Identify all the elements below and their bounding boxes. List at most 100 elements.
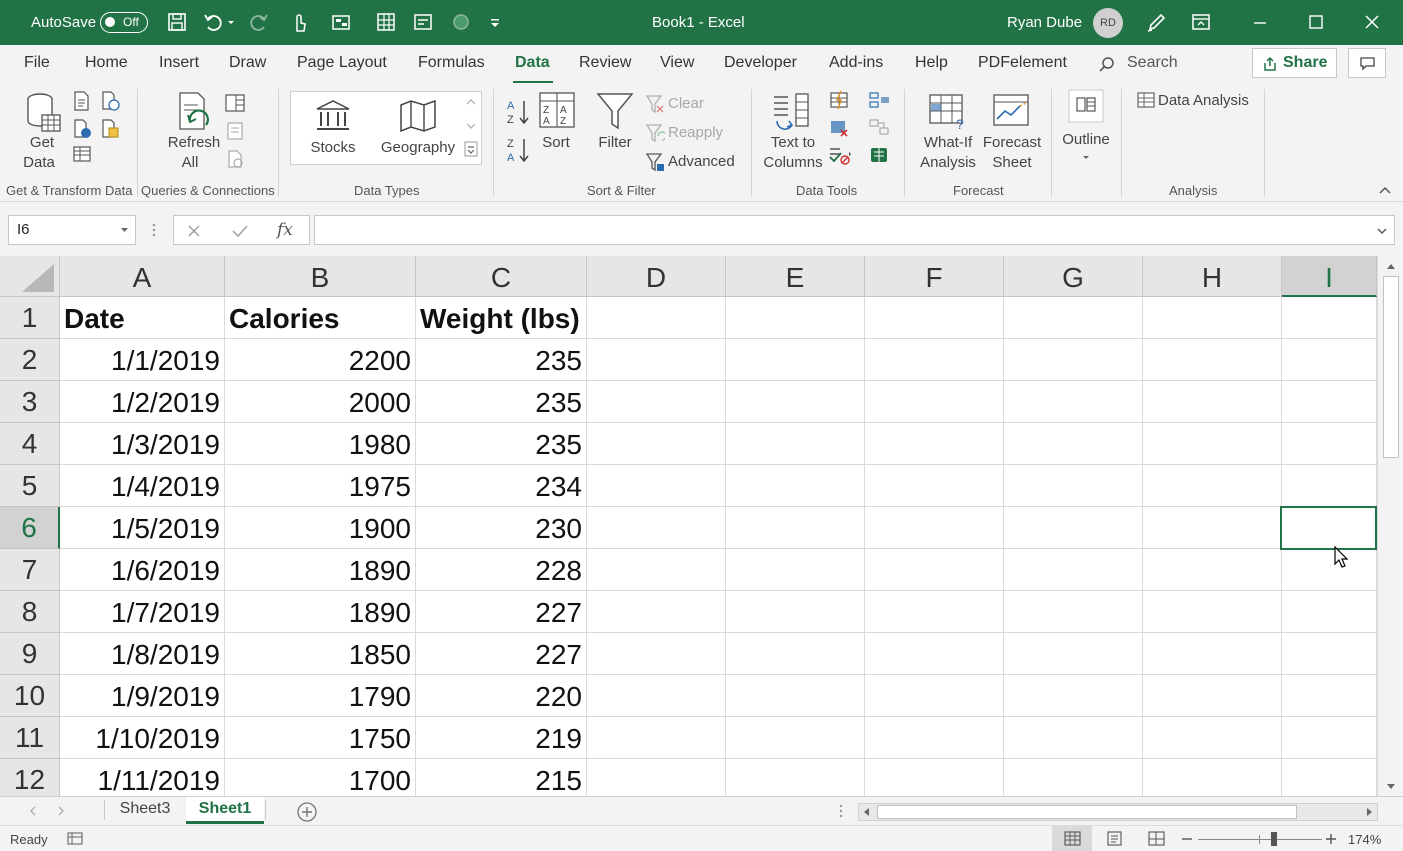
- cell-c10[interactable]: 220: [416, 675, 587, 717]
- vertical-scrollbar[interactable]: [1377, 256, 1403, 796]
- add-sheet-icon[interactable]: [296, 801, 318, 823]
- manage-data-model-icon[interactable]: [868, 145, 890, 165]
- row-header-7[interactable]: 7: [0, 549, 60, 591]
- tab-view[interactable]: View: [660, 54, 694, 72]
- queries-connections-icon[interactable]: [224, 93, 246, 113]
- user-name[interactable]: Ryan Dube: [1007, 0, 1082, 45]
- cell-h6[interactable]: [1143, 507, 1282, 549]
- cell-c3[interactable]: 235: [416, 381, 587, 423]
- row-header-10[interactable]: 10: [0, 675, 60, 717]
- data-validation-icon[interactable]: [828, 145, 852, 165]
- cell-c12[interactable]: 215: [416, 759, 587, 796]
- cell-b8[interactable]: 1890: [225, 591, 416, 633]
- cell-d2[interactable]: [587, 339, 726, 381]
- text-to-columns-label-2[interactable]: Columns: [760, 153, 826, 173]
- gallery-down-icon[interactable]: [465, 121, 477, 131]
- cell-d8[interactable]: [587, 591, 726, 633]
- outline-dropdown-icon[interactable]: [1081, 154, 1091, 162]
- geography-icon[interactable]: [398, 99, 438, 133]
- column-header-g[interactable]: G: [1004, 256, 1143, 297]
- sort-label[interactable]: Sort: [536, 133, 576, 153]
- cell-e7[interactable]: [726, 549, 865, 591]
- cell-d1[interactable]: [587, 297, 726, 339]
- outline-label[interactable]: Outline: [1058, 130, 1114, 150]
- from-table-icon[interactable]: [72, 119, 92, 139]
- cell-e9[interactable]: [726, 633, 865, 675]
- cell-f3[interactable]: [865, 381, 1004, 423]
- forecast-sheet-label-1[interactable]: Forecast: [982, 133, 1042, 153]
- what-if-label-1[interactable]: What-If: [918, 133, 978, 153]
- cell-b9[interactable]: 1850: [225, 633, 416, 675]
- scroll-up-icon[interactable]: [1385, 261, 1397, 271]
- zoom-slider-track[interactable]: [1198, 839, 1322, 840]
- row-header-8[interactable]: 8: [0, 591, 60, 633]
- cell-i5[interactable]: [1282, 465, 1377, 507]
- column-header-h[interactable]: H: [1143, 256, 1282, 297]
- cell-b4[interactable]: 1980: [225, 423, 416, 465]
- redo-icon[interactable]: [248, 11, 270, 33]
- cell-g7[interactable]: [1004, 549, 1143, 591]
- edit-links-icon[interactable]: [224, 149, 246, 169]
- column-header-i[interactable]: I: [1282, 256, 1377, 297]
- cell-d4[interactable]: [587, 423, 726, 465]
- forecast-sheet-label-2[interactable]: Sheet: [990, 153, 1034, 173]
- search-icon[interactable]: [1098, 56, 1116, 74]
- tell-me-search[interactable]: Search: [1127, 54, 1178, 72]
- zoom-slider-thumb[interactable]: [1271, 832, 1277, 846]
- autosave-toggle[interactable]: Off: [100, 12, 148, 33]
- cell-f11[interactable]: [865, 717, 1004, 759]
- collapse-ribbon-icon[interactable]: [1378, 185, 1392, 195]
- column-header-b[interactable]: B: [225, 256, 416, 297]
- recent-sources-icon[interactable]: [100, 119, 120, 139]
- page-break-view-icon[interactable]: [1148, 831, 1165, 846]
- cell-c2[interactable]: 235: [416, 339, 587, 381]
- zoom-level[interactable]: 174%: [1348, 832, 1381, 847]
- filter-icon[interactable]: [596, 91, 634, 131]
- cell-i11[interactable]: [1282, 717, 1377, 759]
- ribbon-display-icon[interactable]: [1190, 11, 1212, 33]
- row-header-4[interactable]: 4: [0, 423, 60, 465]
- cell-f2[interactable]: [865, 339, 1004, 381]
- outline-icon[interactable]: [1068, 89, 1104, 123]
- cell-i3[interactable]: [1282, 381, 1377, 423]
- prev-sheet-icon[interactable]: [28, 806, 38, 816]
- cell-f8[interactable]: [865, 591, 1004, 633]
- cell-i10[interactable]: [1282, 675, 1377, 717]
- get-data-icon[interactable]: [24, 91, 64, 137]
- reapply-label[interactable]: Reapply: [668, 123, 723, 143]
- cell-g11[interactable]: [1004, 717, 1143, 759]
- table-icon[interactable]: [375, 11, 397, 33]
- horizontal-scrollbar[interactable]: [858, 803, 1378, 821]
- avatar[interactable]: RD: [1093, 8, 1123, 38]
- cell-b1[interactable]: Calories: [225, 297, 416, 339]
- customize-qat-icon[interactable]: [488, 11, 502, 33]
- cell-c1[interactable]: Weight (lbs): [416, 297, 587, 339]
- insert-function-button[interactable]: fx: [277, 220, 293, 240]
- cell-f5[interactable]: [865, 465, 1004, 507]
- sort-ascending-icon[interactable]: AZ: [505, 98, 531, 126]
- cell-h9[interactable]: [1143, 633, 1282, 675]
- sheet-tab-sheet3[interactable]: Sheet3: [106, 797, 184, 824]
- cell-b6[interactable]: 1900: [225, 507, 416, 549]
- zoom-in-icon[interactable]: [1325, 833, 1337, 845]
- text-to-columns-label-1[interactable]: Text to: [764, 133, 822, 153]
- gallery-up-icon[interactable]: [465, 97, 477, 107]
- cell-b2[interactable]: 2200: [225, 339, 416, 381]
- minimize-icon[interactable]: [1237, 0, 1283, 45]
- cell-a6[interactable]: 1/5/2019: [60, 507, 225, 549]
- select-all-corner[interactable]: [0, 256, 60, 297]
- share-button[interactable]: Share: [1252, 48, 1337, 78]
- cell-d7[interactable]: [587, 549, 726, 591]
- column-header-c[interactable]: C: [416, 256, 587, 297]
- cell-c7[interactable]: 228: [416, 549, 587, 591]
- horizontal-scroll-thumb[interactable]: [877, 805, 1297, 819]
- cell-d9[interactable]: [587, 633, 726, 675]
- cell-i4[interactable]: [1282, 423, 1377, 465]
- get-data-label-2[interactable]: Data: [14, 153, 64, 173]
- cell-b7[interactable]: 1890: [225, 549, 416, 591]
- stocks-label[interactable]: Stocks: [303, 138, 363, 158]
- cell-f1[interactable]: [865, 297, 1004, 339]
- cell-e10[interactable]: [726, 675, 865, 717]
- sort-descending-icon[interactable]: ZA: [505, 136, 531, 164]
- maximize-icon[interactable]: [1293, 0, 1339, 45]
